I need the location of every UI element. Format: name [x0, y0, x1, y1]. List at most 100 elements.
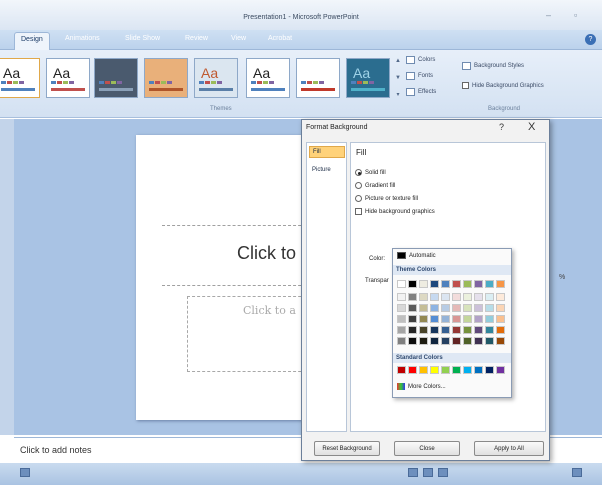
- color-swatch[interactable]: [496, 326, 505, 334]
- picture-fill-option[interactable]: Picture or texture fill: [355, 195, 418, 202]
- dialog-close-icon[interactable]: X: [528, 121, 535, 133]
- tab-slide-show[interactable]: Slide Show: [125, 35, 160, 42]
- dialog-help-icon[interactable]: ?: [499, 122, 504, 132]
- category-fill[interactable]: Fill: [309, 146, 345, 158]
- themes-scroll[interactable]: ▲ ▼ ▾: [394, 58, 402, 98]
- slide-sorter-icon[interactable]: [423, 468, 433, 477]
- color-swatch[interactable]: [408, 326, 417, 334]
- background-styles-button[interactable]: Background Styles: [462, 62, 524, 70]
- solid-fill-option[interactable]: Solid fill: [355, 169, 386, 176]
- close-button[interactable]: Close: [394, 441, 460, 456]
- color-swatch[interactable]: [408, 293, 417, 301]
- color-swatch[interactable]: [474, 293, 483, 301]
- theme-thumbnail[interactable]: [144, 58, 188, 98]
- color-swatch[interactable]: [474, 326, 483, 334]
- gradient-fill-option[interactable]: Gradient fill: [355, 182, 395, 189]
- category-picture[interactable]: Picture: [309, 165, 345, 177]
- color-swatch[interactable]: [408, 315, 417, 323]
- color-swatch[interactable]: [452, 315, 461, 323]
- colors-button[interactable]: Colors: [406, 56, 435, 64]
- color-swatch[interactable]: [463, 326, 472, 334]
- color-swatch[interactable]: [419, 315, 428, 323]
- color-swatch[interactable]: [474, 337, 483, 345]
- color-swatch[interactable]: [452, 326, 461, 334]
- transparency-spinner[interactable]: %: [559, 274, 565, 281]
- color-swatch[interactable]: [419, 337, 428, 345]
- slide-show-icon[interactable]: [438, 468, 448, 477]
- color-swatch[interactable]: [419, 304, 428, 312]
- theme-thumbnail[interactable]: [94, 58, 138, 98]
- subtitle-placeholder[interactable]: Click to a: [243, 304, 296, 317]
- color-swatch[interactable]: [441, 280, 450, 288]
- color-swatch[interactable]: [430, 304, 439, 312]
- theme-thumbnail[interactable]: Aa: [246, 58, 290, 98]
- color-swatch[interactable]: [463, 293, 472, 301]
- color-swatch[interactable]: [474, 304, 483, 312]
- color-swatch[interactable]: [452, 304, 461, 312]
- color-swatch[interactable]: [485, 280, 494, 288]
- color-swatch[interactable]: [441, 337, 450, 345]
- color-swatch[interactable]: [463, 280, 472, 288]
- color-swatch[interactable]: [452, 337, 461, 345]
- scroll-up-icon[interactable]: ▲: [395, 58, 401, 64]
- hide-background-checkbox[interactable]: [462, 82, 469, 89]
- color-swatch[interactable]: [397, 315, 406, 323]
- color-swatch[interactable]: [397, 304, 406, 312]
- color-swatch[interactable]: [441, 304, 450, 312]
- fonts-button[interactable]: Fonts: [406, 72, 433, 80]
- color-swatch[interactable]: [496, 293, 505, 301]
- color-swatch[interactable]: [397, 337, 406, 345]
- tab-animations[interactable]: Animations: [65, 35, 100, 42]
- color-swatch[interactable]: [408, 304, 417, 312]
- color-swatch[interactable]: [496, 337, 505, 345]
- color-swatch[interactable]: [430, 326, 439, 334]
- gradient-fill-radio[interactable]: [355, 182, 362, 189]
- maximize-icon[interactable]: ▫: [574, 10, 577, 20]
- color-swatch[interactable]: [408, 366, 417, 374]
- color-swatch[interactable]: [485, 304, 494, 312]
- color-swatch[interactable]: [441, 326, 450, 334]
- scroll-down-icon[interactable]: ▼: [395, 75, 401, 81]
- more-colors-option[interactable]: More Colors...: [397, 383, 446, 390]
- slides-pane[interactable]: [0, 119, 14, 435]
- color-swatch[interactable]: [419, 293, 428, 301]
- reset-background-button[interactable]: Reset Background: [314, 441, 380, 456]
- color-swatch[interactable]: [419, 326, 428, 334]
- color-swatch[interactable]: [485, 315, 494, 323]
- color-swatch[interactable]: [419, 366, 428, 374]
- solid-fill-radio[interactable]: [355, 169, 362, 176]
- color-swatch[interactable]: [496, 366, 505, 374]
- theme-thumbnail[interactable]: [296, 58, 340, 98]
- color-swatch[interactable]: [485, 337, 494, 345]
- normal-view-icon[interactable]: [408, 468, 418, 477]
- color-swatch[interactable]: [430, 366, 439, 374]
- minimize-icon[interactable]: –: [546, 10, 551, 20]
- hide-graphics-checkbox[interactable]: [355, 208, 362, 215]
- color-swatch[interactable]: [430, 293, 439, 301]
- hide-graphics-option[interactable]: Hide background graphics: [355, 208, 435, 215]
- color-swatch[interactable]: [496, 280, 505, 288]
- color-swatch[interactable]: [485, 326, 494, 334]
- color-swatch[interactable]: [441, 293, 450, 301]
- color-swatch[interactable]: [397, 366, 406, 374]
- color-swatch[interactable]: [474, 280, 483, 288]
- tab-review[interactable]: Review: [185, 35, 208, 42]
- color-swatch[interactable]: [408, 280, 417, 288]
- color-swatch[interactable]: [496, 315, 505, 323]
- color-swatch[interactable]: [496, 304, 505, 312]
- color-swatch[interactable]: [474, 366, 483, 374]
- color-swatch[interactable]: [419, 280, 428, 288]
- automatic-color-option[interactable]: Automatic: [397, 252, 436, 259]
- tab-acrobat[interactable]: Acrobat: [268, 35, 292, 42]
- color-swatch[interactable]: [441, 315, 450, 323]
- gallery-more-icon[interactable]: ▾: [396, 91, 399, 98]
- hide-background-graphics-check[interactable]: Hide Background Graphics: [462, 82, 544, 89]
- theme-thumbnail[interactable]: Aa: [46, 58, 90, 98]
- theme-thumbnail[interactable]: Aa: [346, 58, 390, 98]
- color-swatch[interactable]: [474, 315, 483, 323]
- color-swatch[interactable]: [430, 315, 439, 323]
- fit-window-icon[interactable]: [572, 468, 582, 477]
- color-swatch[interactable]: [430, 280, 439, 288]
- effects-button[interactable]: Effects: [406, 88, 436, 96]
- color-swatch[interactable]: [485, 366, 494, 374]
